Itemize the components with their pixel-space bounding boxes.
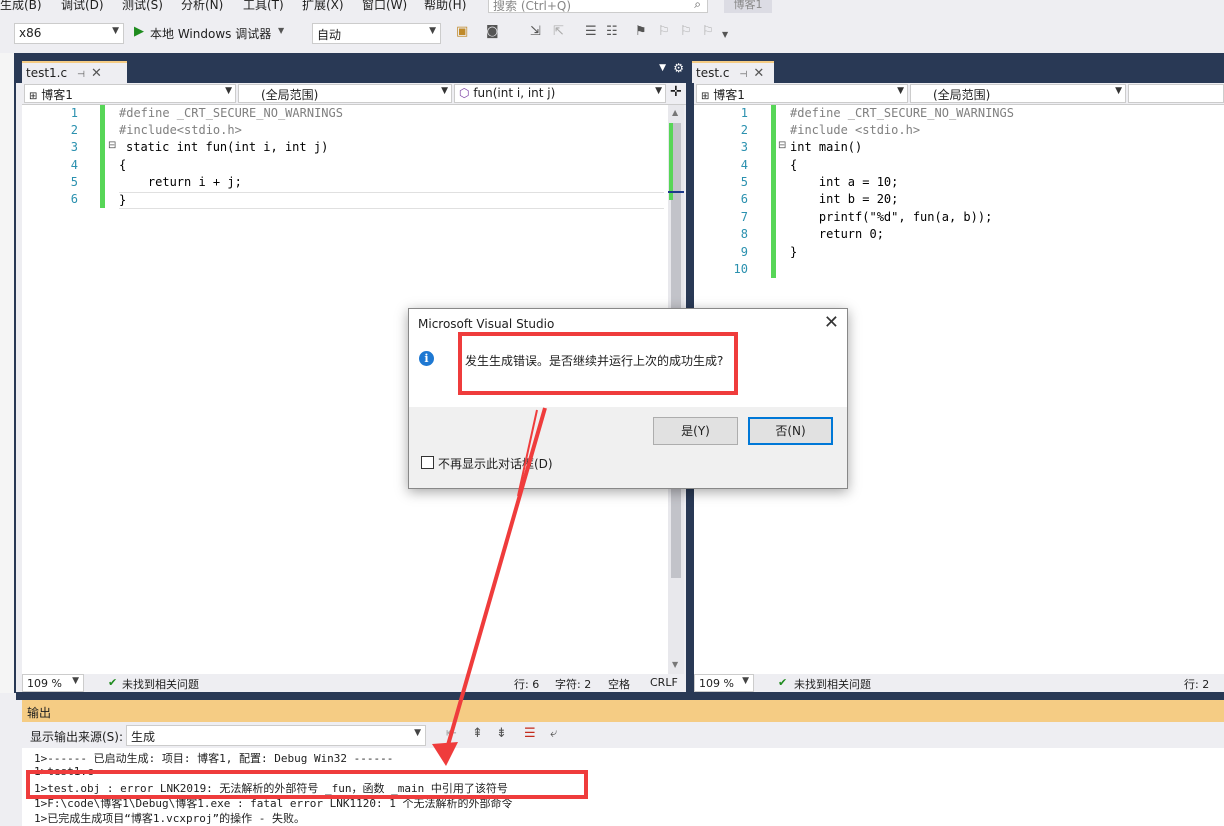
arrow-shaft-thin bbox=[517, 409, 538, 497]
arrow-head bbox=[432, 742, 458, 766]
arrow-shaft bbox=[444, 407, 547, 753]
annotation-arrow bbox=[432, 407, 547, 766]
